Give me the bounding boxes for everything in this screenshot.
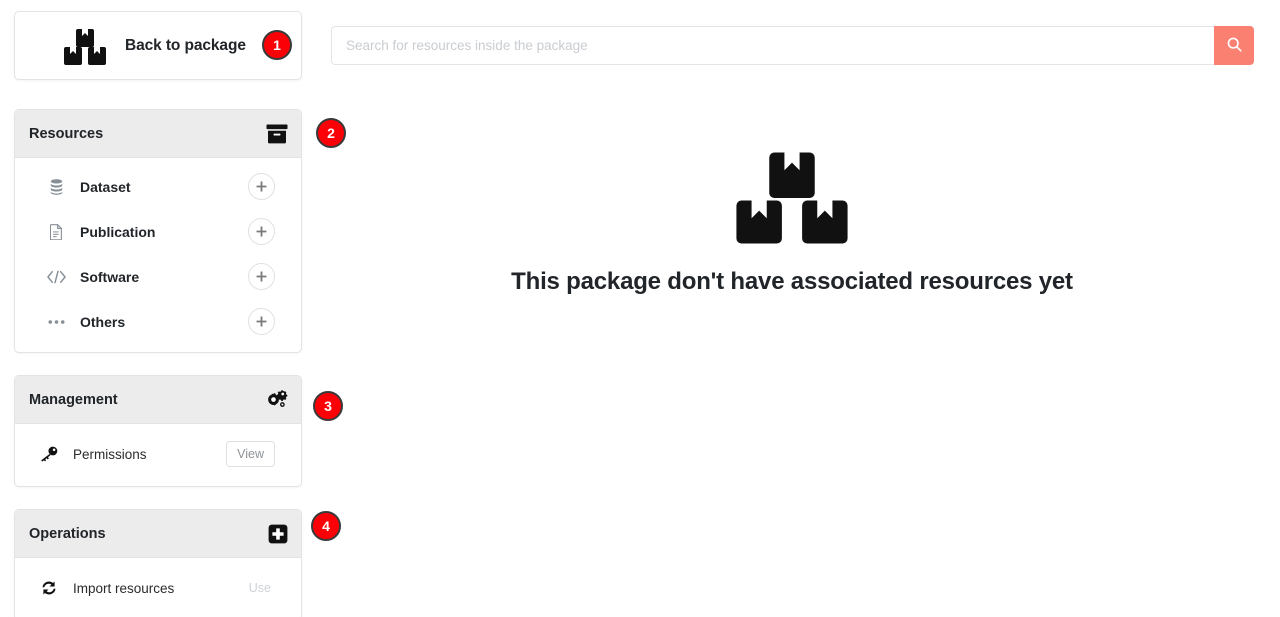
add-publication-button[interactable] — [248, 218, 275, 245]
back-to-package-button[interactable]: Back to package — [14, 11, 302, 80]
panel-resources-header: Resources — [15, 110, 301, 158]
archive-icon — [266, 124, 288, 144]
package-resources-page: Back to package Resources — [0, 0, 1280, 617]
cogs-icon — [263, 389, 288, 410]
sync-icon — [39, 579, 59, 597]
panel-operations: Operations Import resources Use — [14, 509, 302, 617]
resource-label-others: Others — [80, 313, 126, 330]
resource-row-software[interactable]: Software — [15, 254, 301, 299]
panel-resources-title: Resources — [29, 125, 104, 142]
database-icon — [45, 178, 67, 195]
panel-operations-header: Operations — [15, 510, 301, 558]
panel-management-header: Management — [15, 376, 301, 424]
panel-management-title: Management — [29, 391, 118, 408]
resource-row-dataset[interactable]: Dataset — [15, 164, 301, 209]
search-button[interactable] — [1214, 26, 1254, 65]
empty-state-message: This package don't have associated resou… — [511, 268, 1073, 295]
operations-label-import-resources: Import resources — [73, 580, 175, 596]
panel-resources: Resources Dataset Publication Software O… — [14, 109, 302, 353]
panel-operations-title: Operations — [29, 525, 106, 542]
plus-square-icon — [268, 524, 288, 544]
panel-resources-body: Dataset Publication Software Others — [15, 158, 301, 352]
code-icon — [45, 270, 67, 284]
boxes-icon — [63, 27, 107, 65]
add-others-button[interactable] — [248, 308, 275, 335]
annotation-badge-4: 4 — [311, 511, 341, 541]
view-permissions-button[interactable]: View — [226, 441, 275, 467]
management-label-permissions: Permissions — [73, 446, 147, 462]
management-row-permissions[interactable]: Permissions View — [15, 430, 301, 478]
sidebar: Resources Dataset Publication Software O… — [14, 109, 302, 617]
ellipsis-icon — [45, 319, 67, 325]
resource-row-publication[interactable]: Publication — [15, 209, 301, 254]
resource-label-software: Software — [80, 268, 140, 285]
key-icon — [39, 446, 59, 462]
file-icon — [45, 223, 67, 240]
empty-state: This package don't have associated resou… — [330, 150, 1254, 296]
use-import-resources-link[interactable]: Use — [249, 581, 275, 595]
search-bar — [331, 26, 1254, 65]
panel-management: Management Permissions View — [14, 375, 302, 487]
operations-row-import-resources[interactable]: Import resources Use — [15, 564, 301, 612]
resource-label-dataset: Dataset — [80, 178, 131, 195]
boxes-icon — [330, 150, 1254, 246]
search-icon — [1226, 36, 1243, 56]
add-software-button[interactable] — [248, 263, 275, 290]
top-bar: Back to package — [0, 0, 1280, 92]
resource-label-publication: Publication — [80, 223, 156, 240]
annotation-badge-3: 3 — [313, 391, 343, 421]
resource-row-others[interactable]: Others — [15, 299, 301, 344]
back-to-package-label: Back to package — [125, 36, 246, 54]
annotation-badge-2: 2 — [316, 118, 346, 148]
add-dataset-button[interactable] — [248, 173, 275, 200]
annotation-badge-1: 1 — [262, 30, 292, 60]
search-input[interactable] — [331, 26, 1214, 65]
panel-operations-body: Import resources Use — [15, 558, 301, 617]
panel-management-body: Permissions View — [15, 424, 301, 486]
